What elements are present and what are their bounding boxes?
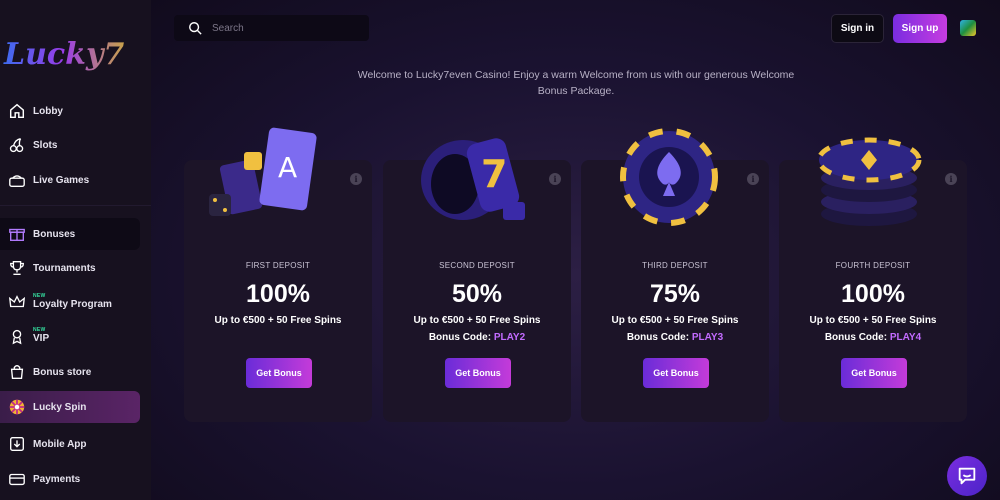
trophy-icon xyxy=(7,258,27,278)
card-offer: Up to €500 + 50 Free Spins xyxy=(413,315,541,326)
sidebar-item-label: Lobby xyxy=(33,105,63,117)
bonus-code-value: PLAY2 xyxy=(493,332,526,343)
search-icon xyxy=(188,21,212,35)
search-input[interactable]: Search xyxy=(174,15,369,41)
sidebar-item-label: Bonus store xyxy=(33,366,92,378)
lucky7-logo[interactable]: Lucky7 xyxy=(2,12,142,82)
card-icon xyxy=(7,469,27,489)
home-icon xyxy=(7,101,27,121)
live-games-icon xyxy=(7,170,27,190)
chat-bubble-icon xyxy=(956,465,978,487)
bonus-card-second-deposit: 7 i SECOND DEPOSIT 50% Up to €500 + 50 F… xyxy=(383,138,571,422)
card-offer: Up to €500 + 50 Free Spins xyxy=(809,315,937,326)
sidebar-item-bonuses[interactable]: Bonuses xyxy=(0,218,140,250)
info-icon[interactable]: i xyxy=(747,173,759,185)
info-icon[interactable]: i xyxy=(350,173,362,185)
sidebar-item-payments[interactable]: Payments xyxy=(0,463,140,495)
sidebar-item-label: Payments xyxy=(33,473,81,485)
sidebar-item-label: Slots xyxy=(33,139,58,151)
get-bonus-button[interactable]: Get Bonus xyxy=(841,358,907,388)
get-bonus-button[interactable]: Get Bonus xyxy=(643,358,709,388)
svg-text:A: A xyxy=(278,151,297,184)
card-label: FOURTH DEPOSIT xyxy=(835,261,911,270)
sign-in-button[interactable]: Sign in xyxy=(831,14,884,43)
get-bonus-button[interactable]: Get Bonus xyxy=(246,358,312,388)
sidebar-item-bonus-store[interactable]: Bonus store xyxy=(0,356,140,388)
card-label: THIRD DEPOSIT xyxy=(642,261,708,270)
cherries-icon xyxy=(7,135,27,155)
sidebar-item-label: Tournaments xyxy=(33,262,96,274)
bonus-code-label: Bonus Code: xyxy=(626,332,692,343)
wheel-icon xyxy=(7,397,27,417)
card-percent: 100% xyxy=(246,280,310,308)
vip-icon xyxy=(7,326,27,346)
card-bonus-code: Bonus Code: PLAY4 xyxy=(779,332,967,343)
crown-icon xyxy=(7,292,27,312)
sidebar-item-tournaments[interactable]: Tournaments xyxy=(0,252,140,284)
gift-icon xyxy=(7,224,27,244)
card-percent: 75% xyxy=(649,280,701,308)
sidebar-item-live-games[interactable]: Live Games xyxy=(0,164,140,196)
bonus-code-label: Bonus Code: xyxy=(824,332,890,343)
sidebar-item-label: Lucky Spin xyxy=(33,401,87,413)
card-bonus-code: Bonus Code: PLAY3 xyxy=(581,332,769,343)
sidebar-item-label: Bonuses xyxy=(33,228,76,240)
sidebar-item-label: Live Games xyxy=(33,174,90,186)
sidebar-divider xyxy=(0,205,151,206)
slot-reel-illustration: 7 xyxy=(403,122,543,232)
bonus-code-label: Bonus Code: xyxy=(428,332,494,343)
card-label: FIRST DEPOSIT xyxy=(245,261,311,270)
cards-dice-illustration: A xyxy=(204,122,344,232)
spade-chip-illustration xyxy=(601,122,741,232)
welcome-text: Welcome to Lucky7even Casino! Enjoy a wa… xyxy=(357,69,795,97)
info-icon[interactable]: i xyxy=(945,173,957,185)
card-percent: 100% xyxy=(841,280,905,308)
card-offer: Up to €500 + 50 Free Spins xyxy=(214,315,342,326)
store-bag-icon xyxy=(7,362,27,382)
sidebar-item-lucky-spin[interactable]: Lucky Spin xyxy=(0,391,140,423)
sidebar-item-slots[interactable]: Slots xyxy=(0,129,140,161)
card-offer: Up to €500 + 50 Free Spins xyxy=(611,315,739,326)
card-bonus-code: Bonus Code: PLAY2 xyxy=(383,332,571,343)
svg-text:7: 7 xyxy=(481,152,507,196)
search-placeholder: Search xyxy=(212,22,244,34)
sidebar-item-label: VIP xyxy=(33,333,50,345)
bonus-code-value: PLAY4 xyxy=(889,332,922,343)
main-content: Search Sign in Sign up Welcome to Lucky7… xyxy=(151,0,1000,500)
chat-button[interactable] xyxy=(947,456,987,496)
sidebar-item-vip[interactable]: NEW VIP xyxy=(0,320,140,352)
sidebar-item-label: Mobile App xyxy=(33,438,87,450)
card-label: SECOND DEPOSIT xyxy=(439,261,515,270)
sidebar: Lucky7 Lobby Slots Live Games Bonuses To… xyxy=(0,0,151,500)
download-icon xyxy=(7,434,27,454)
logo-text: Lucky7 xyxy=(3,37,124,72)
globe-flag-icon[interactable] xyxy=(960,20,976,36)
info-icon[interactable]: i xyxy=(549,173,561,185)
bonus-card-first-deposit: A i FIRST DEPOSIT 100% Up to €500 + 50 F… xyxy=(184,127,372,422)
sidebar-item-loyalty-program[interactable]: NEW Loyalty Program xyxy=(0,286,140,318)
sidebar-item-mobile-app[interactable]: Mobile App xyxy=(0,428,140,460)
get-bonus-button[interactable]: Get Bonus xyxy=(445,358,511,388)
sidebar-item-lobby[interactable]: Lobby xyxy=(0,95,140,127)
card-percent: 50% xyxy=(451,280,503,308)
chip-stack-illustration xyxy=(799,122,939,232)
bonus-code-value: PLAY3 xyxy=(691,332,724,343)
sidebar-item-label: Loyalty Program xyxy=(33,299,112,311)
bonus-card-fourth-deposit: i FOURTH DEPOSIT 100% Up to €500 + 50 Fr… xyxy=(779,137,967,422)
bonus-card-third-deposit: i THIRD DEPOSIT 75% Up to €500 + 50 Free… xyxy=(581,128,769,422)
sign-up-button[interactable]: Sign up xyxy=(893,14,947,43)
